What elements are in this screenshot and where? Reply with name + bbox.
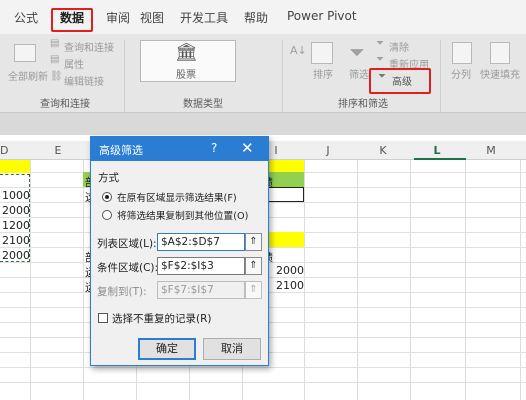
- grid-line: [465, 160, 466, 400]
- ribbon: 公式 数据 审阅 视图 开发工具 帮助 Power Pivot 全部刷新 ▤ 查…: [0, 0, 526, 135]
- option-inplace-label[interactable]: 在原有区域显示筛选结果(F): [117, 190, 237, 204]
- highlight-advanced: [369, 68, 431, 94]
- properties-icon: ▤: [50, 54, 60, 65]
- cell-fill-yellow: [0, 160, 30, 173]
- query-icon: ▤: [50, 38, 60, 49]
- tab-formulas[interactable]: 公式: [14, 9, 38, 26]
- refresh-all-icon[interactable]: [14, 44, 36, 62]
- cell-d7[interactable]: 2000: [2, 249, 30, 262]
- col-header-j[interactable]: J: [318, 144, 338, 157]
- criteria-range-input[interactable]: $F$2:$I$3: [157, 257, 245, 275]
- range-picker-icon[interactable]: ⇑: [245, 257, 262, 275]
- col-header-e[interactable]: E: [48, 144, 68, 157]
- tab-review[interactable]: 审阅: [106, 9, 130, 26]
- ribbon-separator: [440, 40, 441, 112]
- advanced-filter-dialog: 高级筛选 ? ✕ 方式 在原有区域显示筛选结果(F) 将筛选结果复制到其他位置(…: [90, 136, 269, 366]
- selected-column-indicator: [414, 158, 466, 160]
- bank-icon: 🏛: [175, 42, 198, 63]
- cell-i9[interactable]: 2100: [276, 279, 304, 292]
- grid-line: [520, 160, 521, 400]
- reapply-icon: ⏷: [376, 54, 384, 65]
- grid-line: [357, 160, 358, 400]
- clear-filter-icon: ⏷: [376, 38, 384, 49]
- cell-d3[interactable]: 1000: [2, 189, 30, 202]
- cell-d4[interactable]: 2000: [2, 204, 30, 217]
- grid-line: [0, 382, 526, 383]
- clear-button[interactable]: 清除: [389, 39, 409, 54]
- text-to-columns-button[interactable]: 分列: [451, 66, 471, 81]
- copy-to-input: $F$7:$I$7: [157, 281, 245, 299]
- flash-fill-icon[interactable]: [490, 42, 510, 64]
- tab-power-pivot[interactable]: Power Pivot: [287, 9, 357, 23]
- ok-button[interactable]: 确定: [138, 338, 196, 360]
- cell-i8[interactable]: 2000: [276, 264, 304, 277]
- unique-records-checkbox[interactable]: [98, 313, 108, 323]
- mode-label: 方式: [98, 172, 119, 184]
- filter-funnel-icon[interactable]: ⏷: [349, 40, 365, 64]
- edit-links-icon: ⛓: [50, 71, 63, 82]
- sort-az-icon[interactable]: A↓: [290, 44, 307, 57]
- ribbon-separator: [124, 40, 125, 112]
- dialog-title-bar[interactable]: 高级筛选 ? ✕: [91, 137, 268, 161]
- grid-line: [304, 160, 305, 400]
- radio-copy[interactable]: [102, 210, 112, 220]
- formula-bar-area: [0, 112, 526, 135]
- grid-line: [30, 160, 31, 400]
- edit-links-button[interactable]: 编辑链接: [64, 73, 104, 88]
- tab-help[interactable]: 帮助: [244, 9, 268, 26]
- radio-inplace[interactable]: [102, 192, 112, 202]
- tab-view[interactable]: 视图: [140, 9, 164, 26]
- flash-fill-button[interactable]: 快速填充: [480, 66, 520, 81]
- highlight-data-tab: [51, 8, 93, 32]
- dialog-title: 高级筛选: [99, 144, 143, 157]
- col-header-d[interactable]: D: [0, 144, 20, 157]
- list-range-input[interactable]: $A$2:$D$7: [157, 233, 245, 251]
- cell-d5[interactable]: 1200: [2, 219, 30, 232]
- properties-button[interactable]: 属性: [64, 56, 84, 71]
- list-range-label: 列表区域(L):: [97, 238, 157, 250]
- col-header-i[interactable]: I: [266, 144, 286, 157]
- grid-line: [83, 160, 84, 400]
- col-header-l[interactable]: L: [427, 144, 447, 157]
- criteria-range-label: 条件区域(C):: [97, 262, 159, 274]
- unique-records-label[interactable]: 选择不重复的记录(R): [112, 311, 212, 326]
- cell-d6[interactable]: 2100: [2, 234, 30, 247]
- option-copy-label[interactable]: 将筛选结果复制到其他位置(O): [117, 208, 248, 222]
- refresh-all-button[interactable]: 全部刷新: [8, 68, 48, 83]
- group-label-datatype: 数据类型: [183, 99, 223, 110]
- tab-developer[interactable]: 开发工具: [180, 9, 228, 26]
- range-picker-icon: ⇑: [245, 281, 262, 299]
- stocks-button[interactable]: 股票: [176, 66, 196, 81]
- copy-to-label: 复制到(T):: [97, 286, 147, 298]
- group-label-sortfilter: 排序和筛选: [338, 99, 388, 110]
- split-column-icon[interactable]: [452, 42, 472, 64]
- grid-line: [410, 160, 411, 400]
- close-icon[interactable]: ✕: [241, 139, 254, 157]
- query-connect-button[interactable]: 查询和连接: [64, 39, 114, 54]
- col-header-k[interactable]: K: [373, 144, 393, 157]
- help-icon[interactable]: ?: [211, 141, 217, 155]
- col-header-m[interactable]: M: [481, 144, 501, 157]
- sort-button[interactable]: 排序: [313, 66, 333, 81]
- filter-button[interactable]: 筛选: [349, 66, 369, 81]
- group-label-query: 查询和连接: [40, 99, 90, 110]
- cancel-button[interactable]: 取消: [203, 338, 261, 360]
- grid-line: [0, 367, 526, 368]
- range-picker-icon[interactable]: ⇑: [245, 233, 262, 251]
- sort-dialog-icon[interactable]: [311, 42, 333, 64]
- ribbon-separator: [282, 40, 283, 112]
